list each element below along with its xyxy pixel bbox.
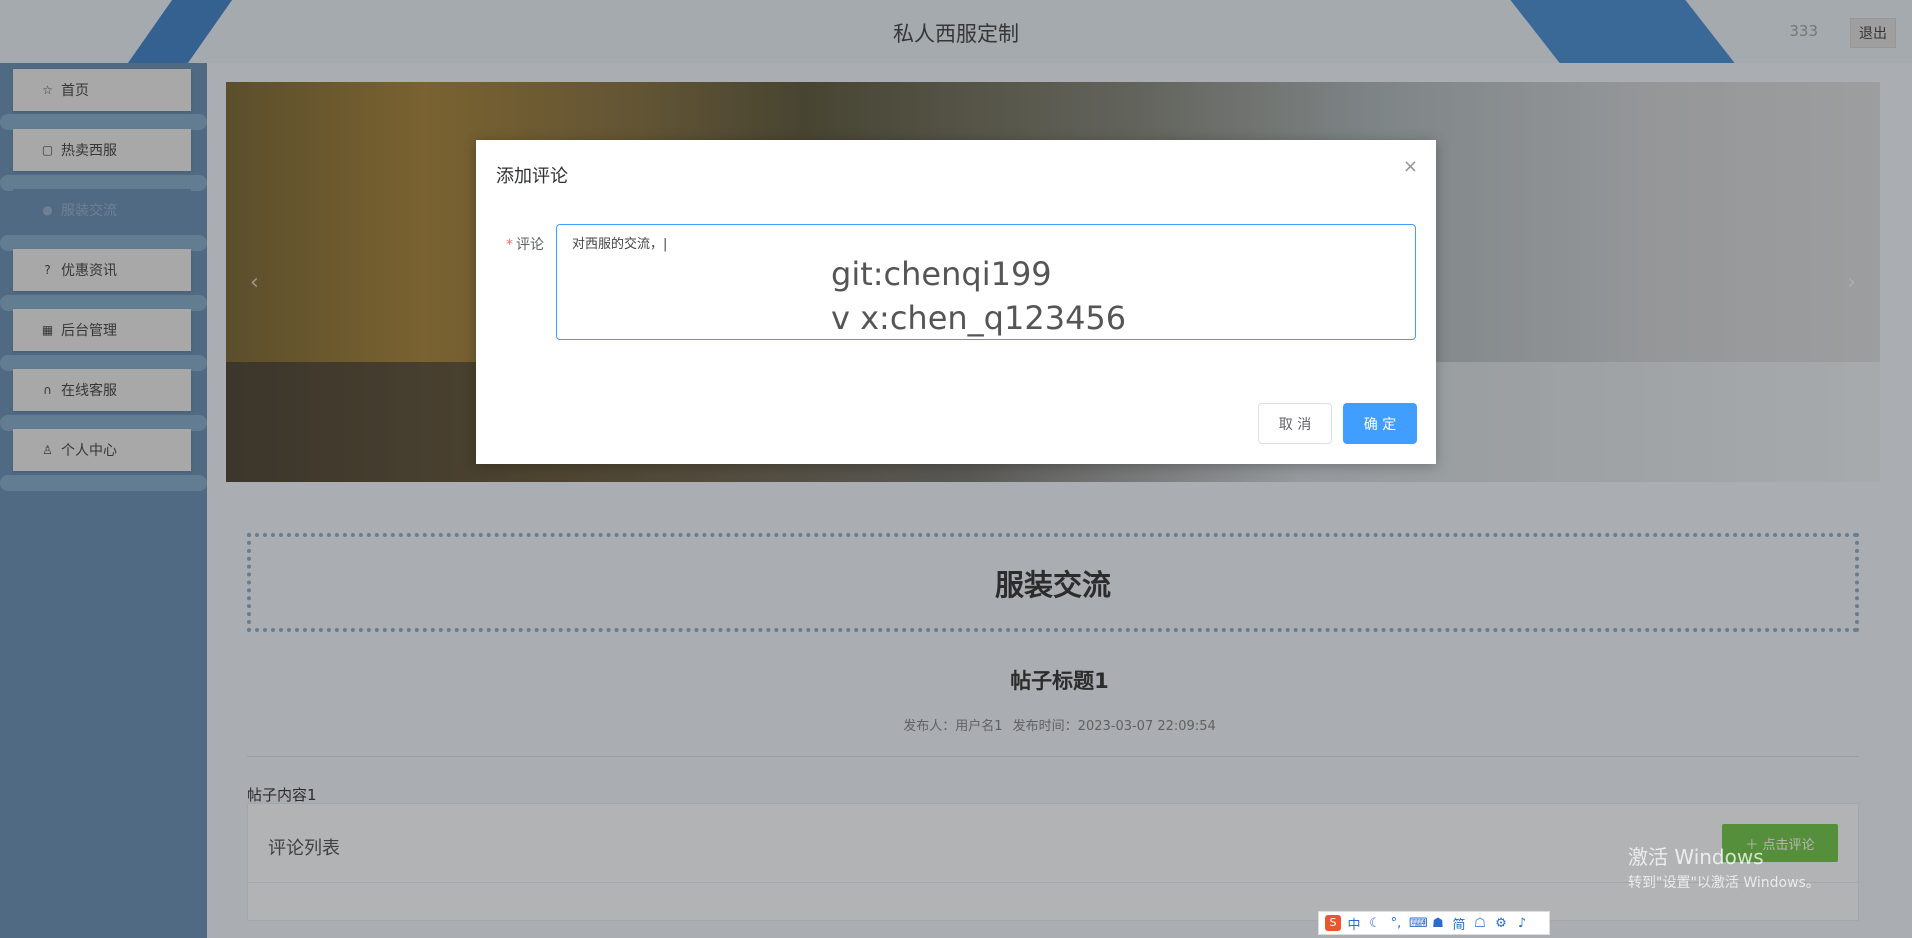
ime-skin-icon[interactable]: ☖	[1472, 916, 1488, 931]
cancel-button[interactable]: 取 消	[1258, 403, 1332, 444]
watermark-line: 转到"设置"以激活 Windows。	[1628, 875, 1820, 891]
ime-chinese-mode-icon[interactable]: 中	[1346, 914, 1362, 933]
ime-punctuation-icon[interactable]: °,	[1388, 916, 1404, 931]
ime-toolbar[interactable]: S 中 ☾ °, ⌨ ☗ 简 ☖ ⚙ ♪	[1318, 911, 1550, 935]
add-comment-dialog: 添加评论 × * 评论 对西服的交流，| git:chenqi199 v x:ch…	[476, 140, 1436, 464]
ime-user-icon[interactable]: ☗	[1430, 916, 1446, 931]
ime-music-icon[interactable]: ♪	[1514, 916, 1530, 931]
windows-activation-watermark: 激活 Windows 转到"设置"以激活 Windows。	[1628, 841, 1820, 892]
ime-moon-icon[interactable]: ☾	[1367, 916, 1383, 931]
ime-keyboard-icon[interactable]: ⌨	[1409, 916, 1428, 931]
close-icon[interactable]: ×	[1403, 156, 1418, 177]
comment-field-label: * 评论	[506, 234, 544, 254]
required-mark: *	[506, 237, 513, 253]
confirm-button[interactable]: 确 定	[1343, 403, 1417, 444]
overlay-text-line: git:chenqi199	[831, 255, 1052, 293]
watermark-line: 激活 Windows	[1628, 845, 1764, 869]
overlay-text-line: v x:chen_q123456	[831, 299, 1127, 337]
field-label-text: 评论	[516, 237, 544, 253]
ime-simplified-icon[interactable]: 简	[1451, 914, 1467, 933]
dialog-title: 添加评论	[496, 166, 568, 187]
ime-logo-icon[interactable]: S	[1325, 915, 1341, 931]
comment-textarea[interactable]: 对西服的交流，| git:chenqi199 v x:chen_q123456	[556, 224, 1416, 340]
ime-settings-icon[interactable]: ⚙	[1493, 916, 1509, 931]
textarea-value: 对西服的交流，|	[572, 237, 668, 252]
